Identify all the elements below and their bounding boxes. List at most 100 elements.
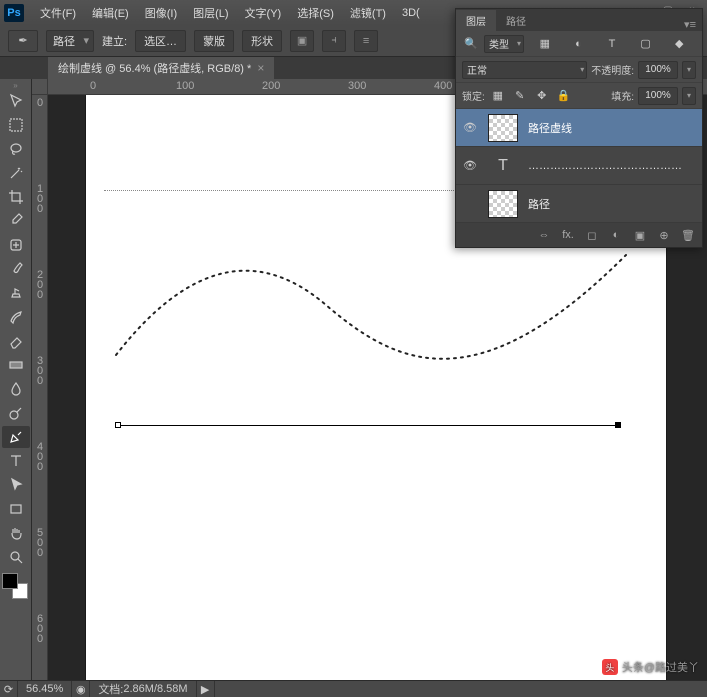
visibility-toggle[interactable]: 👁	[456, 121, 484, 134]
path-select-tool[interactable]	[2, 474, 30, 496]
menu-image[interactable]: 图像(I)	[137, 1, 185, 25]
brush-tool[interactable]	[2, 258, 30, 280]
type-tool[interactable]	[2, 450, 30, 472]
eyedropper-tool[interactable]	[2, 210, 30, 232]
layers-list: 👁 路径虚线 👁 T …………………………………… 路径	[456, 109, 702, 223]
fill-stepper[interactable]: ▾	[682, 87, 696, 105]
marquee-tool[interactable]	[2, 114, 30, 136]
status-sync-icon[interactable]: ⟳	[0, 681, 18, 697]
filter-type-icon[interactable]: T	[603, 35, 621, 53]
layer-name[interactable]: 路径虚线	[528, 120, 572, 136]
dotted-curve-path	[96, 245, 636, 375]
fill-input[interactable]: 100%	[638, 87, 678, 105]
menu-edit[interactable]: 编辑(E)	[84, 1, 137, 25]
path-ops-icon[interactable]: ▣	[290, 30, 314, 52]
pen-mode-dropdown[interactable]: 路径	[46, 30, 94, 52]
layer-mask-icon[interactable]: ◻	[582, 226, 602, 244]
hand-tool[interactable]	[2, 522, 30, 544]
eraser-tool[interactable]	[2, 330, 30, 352]
opacity-input[interactable]: 100%	[638, 61, 678, 79]
vertical-ruler[interactable]: 0100200300400500600700800900	[32, 95, 48, 680]
layer-name[interactable]: ……………………………………	[528, 160, 682, 172]
layer-filter-row: 🔍 类型 ▦ ◐ T ▢ ◆	[456, 31, 702, 57]
foreground-color[interactable]	[2, 573, 18, 589]
make-shape-button[interactable]: 形状	[242, 30, 282, 52]
active-path-line[interactable]	[118, 425, 616, 426]
lock-all-icon[interactable]: 🔒	[555, 87, 573, 105]
path-anchor-end[interactable]	[615, 422, 621, 428]
blend-mode-dropdown[interactable]: 正常	[462, 61, 587, 79]
pen-tool[interactable]	[2, 426, 30, 448]
adjustment-layer-icon[interactable]: ◐	[606, 226, 626, 244]
rectangle-tool[interactable]	[2, 498, 30, 520]
toolbox: »	[0, 79, 32, 680]
layer-row[interactable]: 👁 T ……………………………………	[456, 147, 702, 185]
tab-paths[interactable]: 路径	[496, 10, 536, 31]
doc-size-value: 2.86M/8.58M	[123, 683, 187, 695]
menu-type[interactable]: 文字(Y)	[237, 1, 290, 25]
filter-pixel-icon[interactable]: ▦	[536, 35, 554, 53]
layer-row[interactable]: 路径	[456, 185, 702, 223]
close-icon[interactable]: ×	[257, 61, 264, 75]
menu-3d[interactable]: 3D(	[394, 3, 428, 23]
filter-smart-icon[interactable]: ◆	[670, 35, 688, 53]
filter-icon[interactable]: 🔍	[462, 35, 480, 53]
filter-adjust-icon[interactable]: ◐	[569, 35, 587, 53]
delete-layer-icon[interactable]: 🗑	[678, 226, 698, 244]
move-tool[interactable]	[2, 90, 30, 112]
magic-wand-tool[interactable]	[2, 162, 30, 184]
blur-tool[interactable]	[2, 378, 30, 400]
layer-thumbnail[interactable]: T	[488, 152, 518, 180]
path-anchor-start[interactable]	[115, 422, 121, 428]
link-layers-icon[interactable]: ⇔	[534, 226, 554, 244]
spot-heal-tool[interactable]	[2, 234, 30, 256]
ruler-origin[interactable]	[32, 79, 48, 95]
toolbox-handle[interactable]: »	[0, 81, 31, 89]
filter-shape-icon[interactable]: ▢	[637, 35, 655, 53]
panel-menu-icon[interactable]: ▾≡	[678, 18, 702, 31]
menu-select[interactable]: 选择(S)	[289, 1, 342, 25]
path-arrange-icon[interactable]: ≡	[354, 30, 378, 52]
panel-tabs: 图层 路径 ▾≡	[456, 9, 702, 31]
lock-transparent-icon[interactable]: ▦	[489, 87, 507, 105]
gradient-tool[interactable]	[2, 354, 30, 376]
make-label: 建立:	[102, 33, 127, 49]
layer-thumbnail[interactable]	[488, 190, 518, 218]
menu-filter[interactable]: 滤镜(T)	[342, 1, 394, 25]
zoom-level[interactable]: 56.45%	[18, 681, 72, 697]
menu-layer[interactable]: 图层(L)	[185, 1, 236, 25]
opacity-stepper[interactable]: ▾	[682, 61, 696, 79]
status-info-icon[interactable]: ◉	[72, 681, 90, 697]
zoom-tool[interactable]	[2, 546, 30, 568]
menu-file[interactable]: 文件(F)	[32, 1, 84, 25]
lock-pixels-icon[interactable]: ✎	[511, 87, 529, 105]
watermark-text: 头条@路过美丫	[622, 659, 699, 675]
lasso-tool[interactable]	[2, 138, 30, 160]
new-layer-icon[interactable]: ⊕	[654, 226, 674, 244]
doc-size[interactable]: 文档: 2.86M/8.58M	[90, 681, 196, 697]
layer-thumbnail[interactable]	[488, 114, 518, 142]
make-mask-button[interactable]: 蒙版	[194, 30, 234, 52]
history-brush-tool[interactable]	[2, 306, 30, 328]
status-menu-arrow[interactable]: ▶	[197, 681, 215, 697]
layer-row[interactable]: 👁 路径虚线	[456, 109, 702, 147]
layer-name[interactable]: 路径	[528, 196, 550, 212]
dodge-tool[interactable]	[2, 402, 30, 424]
crop-tool[interactable]	[2, 186, 30, 208]
filter-kind-dropdown[interactable]: 类型	[484, 35, 524, 53]
tab-layers[interactable]: 图层	[456, 10, 496, 31]
lock-position-icon[interactable]: ✥	[533, 87, 551, 105]
current-tool-icon[interactable]: ✒	[8, 30, 38, 52]
visibility-toggle[interactable]: 👁	[456, 159, 484, 172]
blend-opacity-row: 正常 不透明度: 100% ▾	[456, 57, 702, 83]
status-bar: ⟳ 56.45% ◉ 文档: 2.86M/8.58M ▶	[0, 680, 707, 697]
document-tab[interactable]: 绘制虚线 @ 56.4% (路径虚线, RGB/8) * ×	[48, 57, 274, 79]
make-selection-button[interactable]: 选区…	[135, 30, 186, 52]
path-align-icon[interactable]: ⫞	[322, 30, 346, 52]
group-icon[interactable]: ▣	[630, 226, 650, 244]
panel-footer: ⇔ fx. ◻ ◐ ▣ ⊕ 🗑	[456, 223, 702, 247]
clone-stamp-tool[interactable]	[2, 282, 30, 304]
layer-fx-icon[interactable]: fx.	[558, 226, 578, 244]
color-swatches[interactable]	[2, 573, 28, 599]
app-logo: Ps	[4, 4, 24, 22]
